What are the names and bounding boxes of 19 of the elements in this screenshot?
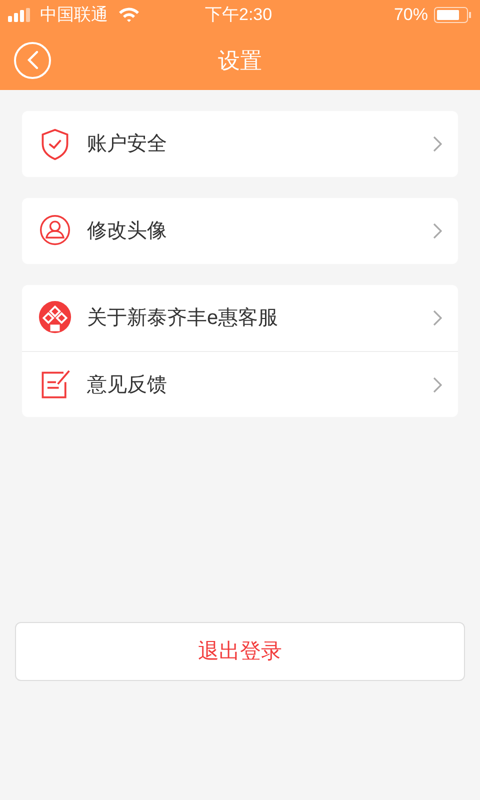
battery-icon (434, 7, 472, 23)
person-icon (38, 214, 72, 248)
settings-item[interactable]: 意见反馈 (22, 351, 458, 417)
back-button[interactable] (14, 42, 51, 78)
chevron-icon (433, 376, 442, 392)
battery-percent: 70% (394, 4, 428, 26)
carrier-name: 中国联通 (40, 4, 108, 26)
logout-button[interactable]: 退出登录 (15, 622, 465, 681)
chevron-icon (433, 223, 442, 239)
back-icon (26, 50, 40, 70)
settings-item[interactable]: 账户安全 (22, 111, 458, 177)
wifi-icon (118, 7, 140, 23)
settings-item[interactable]: 修改头像 (22, 198, 458, 264)
emblem-icon (38, 301, 72, 335)
page-title: 设置 (218, 46, 262, 74)
status-time: 下午2:30 (205, 4, 272, 26)
chevron-icon (433, 136, 442, 152)
chevron-icon (433, 310, 442, 326)
settings-item[interactable]: 关于新泰齐丰e惠客服 (22, 285, 458, 351)
